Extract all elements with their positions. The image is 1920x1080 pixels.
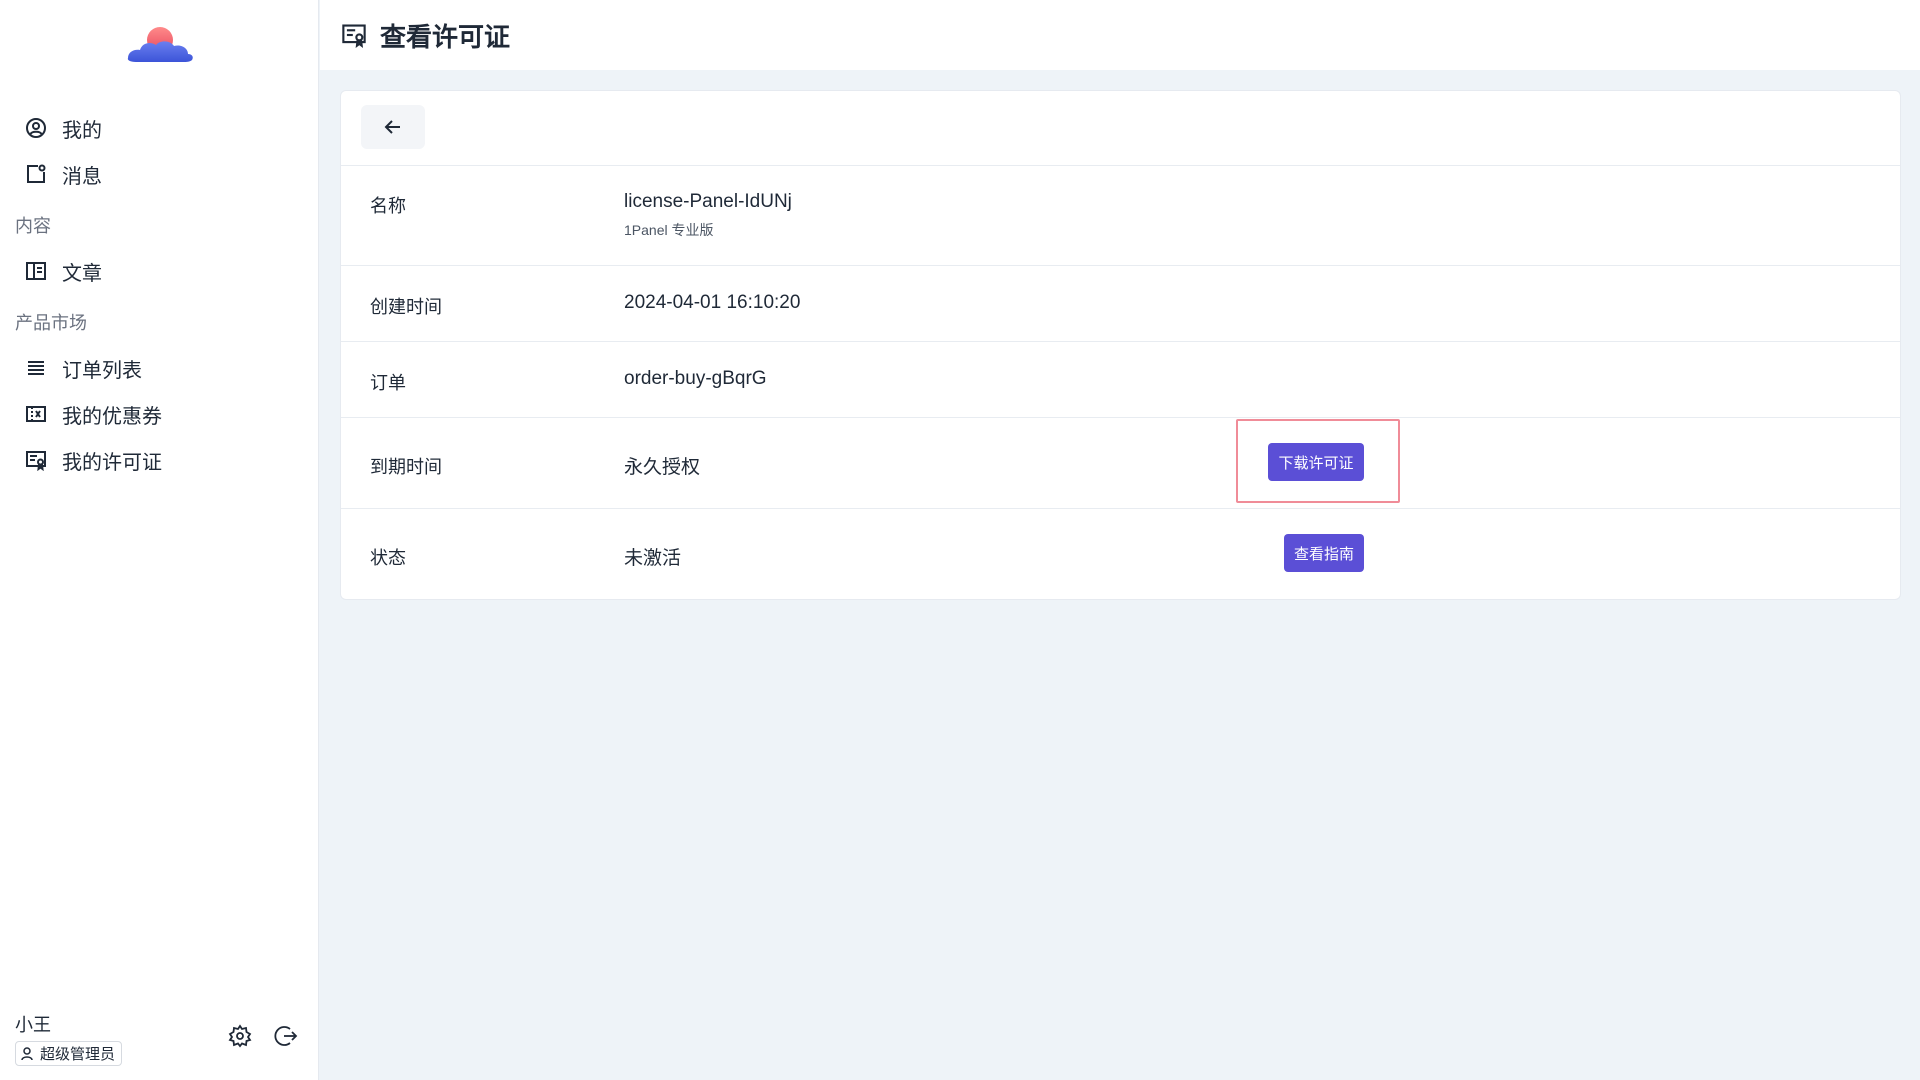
role-label: 超级管理员	[40, 1046, 116, 1063]
sidebar-item-articles[interactable]: 文章	[24, 253, 102, 289]
user-icon	[21, 1046, 33, 1060]
page-header: 查看许可证	[320, 0, 1920, 70]
sidebar-item-label: 文章	[62, 262, 102, 285]
created-label: 创建时间	[370, 297, 442, 317]
back-button[interactable]	[361, 105, 425, 149]
sidebar-item-coupons[interactable]: 我的优惠券	[24, 396, 162, 432]
nav-group-market: 产品市场	[15, 313, 87, 333]
status-value: 未激活	[624, 548, 682, 569]
name-sub: 1Panel 专业版	[624, 222, 714, 238]
coupon-icon	[24, 402, 48, 426]
page-title: 查看许可证	[380, 21, 511, 52]
row-status: 状态 未激活 查看指南	[341, 509, 1900, 599]
name-value: license-Panel-IdUNj	[624, 191, 792, 212]
sidebar-item-label: 消息	[62, 165, 102, 188]
role-badge: 超级管理员	[15, 1041, 123, 1066]
settings-button[interactable]	[227, 1023, 253, 1049]
status-label: 状态	[370, 548, 406, 568]
order-label: 订单	[370, 373, 406, 393]
order-value: order-buy-gBqrG	[624, 368, 767, 389]
sidebar-item-mine[interactable]: 我的	[24, 110, 102, 146]
row-name: 名称 license-Panel-IdUNj 1Panel 专业版	[341, 166, 1900, 266]
logout-button[interactable]	[273, 1023, 299, 1049]
gear-icon	[228, 1024, 252, 1048]
expire-label: 到期时间	[370, 457, 442, 477]
user-name: 小王	[15, 1015, 51, 1035]
download-license-button[interactable]: 下载许可证	[1268, 443, 1364, 481]
sidebar-item-label: 我的许可证	[62, 451, 162, 474]
message-icon	[24, 162, 48, 186]
list-icon	[24, 356, 48, 380]
sidebar-item-label: 订单列表	[62, 359, 142, 382]
expire-value: 永久授权	[624, 457, 701, 478]
arrow-left-icon	[384, 120, 400, 134]
license-detail-card: 名称 license-Panel-IdUNj 1Panel 专业版 创建时间 2…	[340, 90, 1901, 600]
sidebar-item-orders[interactable]: 订单列表	[24, 350, 142, 386]
nav-group-content: 内容	[15, 216, 51, 236]
row-created: 创建时间 2024-04-01 16:10:20	[341, 266, 1900, 342]
sidebar-item-licenses[interactable]: 我的许可证	[24, 442, 162, 478]
user-circle-icon	[24, 116, 48, 140]
license-icon	[24, 448, 48, 472]
sidebar-item-label: 我的优惠券	[62, 405, 162, 428]
row-expire: 到期时间 永久授权 下载许可证	[341, 418, 1900, 509]
sidebar: 我的 消息 内容 文章 产品市场 订单列表 我的优惠券 我的许可证 小王 超级管…	[0, 0, 319, 1080]
cloud-logo-icon	[127, 27, 193, 62]
user-block: 小王 超级管理员	[15, 1011, 123, 1067]
logout-icon	[274, 1026, 298, 1046]
row-order: 订单 order-buy-gBqrG	[341, 342, 1900, 418]
created-value: 2024-04-01 16:10:20	[624, 292, 801, 313]
article-icon	[24, 259, 48, 283]
card-toolbar	[341, 91, 1900, 166]
view-guide-button[interactable]: 查看指南	[1284, 534, 1364, 572]
logo[interactable]	[124, 24, 196, 64]
name-label: 名称	[370, 196, 406, 216]
sidebar-item-messages[interactable]: 消息	[24, 156, 102, 192]
license-icon	[340, 22, 368, 48]
sidebar-item-label: 我的	[62, 119, 102, 142]
